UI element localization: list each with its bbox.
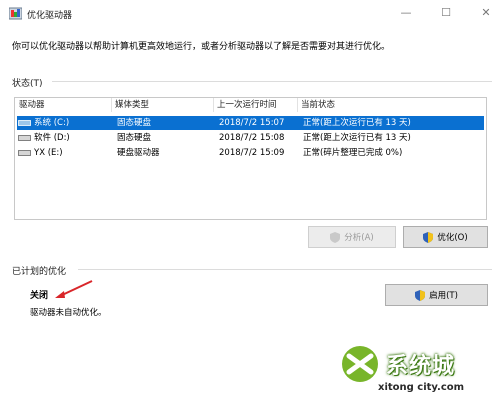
- status-divider: [52, 81, 492, 82]
- minimize-button[interactable]: —: [392, 4, 420, 22]
- column-header-drive[interactable]: 驱动器: [19, 98, 45, 112]
- drive-icon: [18, 135, 31, 141]
- table-row[interactable]: 软件 (D:) 固态硬盘 2018/7/2 15:08 正常(距上次运行已有 1…: [17, 131, 484, 145]
- media-type: 固态硬盘: [117, 118, 152, 128]
- current-state: 正常(距上次运行已有 13 天): [303, 133, 411, 143]
- close-icon: ✕: [481, 6, 491, 19]
- drive-name: 系统 (C:): [34, 118, 70, 128]
- scheduled-divider: [78, 269, 492, 270]
- drive-name: 软件 (D:): [34, 133, 70, 143]
- shield-icon: [423, 231, 434, 243]
- analyze-label: 分析(A): [344, 233, 374, 243]
- window-title: 优化驱动器: [27, 11, 73, 21]
- last-run: 2018/7/2 15:07: [219, 118, 285, 128]
- table-row[interactable]: YX (E:) 硬盘驱动器 2018/7/2 15:09 正常(碎片整理已完成 …: [17, 146, 484, 160]
- description-text: 你可以优化驱动器以帮助计算机更高效地运行，或者分析驱动器以了解是否需要对其进行优…: [12, 42, 391, 52]
- title-bar: 优化驱动器 — ☐ ✕: [0, 0, 504, 28]
- drive-list[interactable]: 驱动器 媒体类型 上一次运行时间 当前状态 系统 (C:) 固态硬盘 2018/…: [14, 97, 487, 220]
- current-state: 正常(碎片整理已完成 0%): [303, 148, 403, 158]
- optimize-button[interactable]: 优化(O): [403, 226, 488, 248]
- annotation-arrow-icon: [55, 280, 93, 298]
- table-row[interactable]: 系统 (C:) 固态硬盘 2018/7/2 15:07 正常(距上次运行已有 1…: [17, 116, 484, 130]
- optimize-label: 优化(O): [437, 233, 468, 243]
- last-run: 2018/7/2 15:08: [219, 133, 285, 143]
- scheduled-label: 已计划的优化: [12, 267, 67, 277]
- column-header-state[interactable]: 当前状态: [301, 98, 335, 112]
- column-header-last-run[interactable]: 上一次运行时间: [217, 98, 277, 112]
- minimize-icon: —: [400, 6, 412, 19]
- status-label: 状态(T): [12, 79, 43, 89]
- scheduled-note: 驱动器未自动优化。: [30, 308, 107, 318]
- drive-name: YX (E:): [34, 148, 63, 158]
- current-state: 正常(距上次运行已有 13 天): [303, 118, 411, 128]
- watermark-logo: 系统城 xitong city.com: [300, 338, 500, 404]
- watermark-url: xitong city.com: [378, 382, 465, 393]
- maximize-button[interactable]: ☐: [432, 4, 460, 22]
- maximize-icon: ☐: [441, 6, 451, 19]
- media-type: 固态硬盘: [117, 133, 152, 143]
- xitongcity-logo-icon: [342, 346, 378, 382]
- enable-button[interactable]: 启用(T): [385, 284, 488, 306]
- drive-icon: [18, 120, 31, 126]
- last-run: 2018/7/2 15:09: [219, 148, 285, 158]
- media-type: 硬盘驱动器: [117, 148, 160, 158]
- defrag-app-icon: [9, 7, 22, 20]
- column-header-media[interactable]: 媒体类型: [115, 98, 149, 112]
- shield-icon: [330, 231, 341, 243]
- drive-icon: [18, 150, 31, 156]
- scheduled-state: 关闭: [30, 291, 49, 301]
- watermark-brand: 系统城: [386, 354, 456, 379]
- analyze-button[interactable]: 分析(A): [308, 226, 396, 248]
- enable-label: 启用(T): [429, 291, 458, 301]
- close-button[interactable]: ✕: [472, 4, 500, 22]
- shield-icon: [415, 289, 426, 301]
